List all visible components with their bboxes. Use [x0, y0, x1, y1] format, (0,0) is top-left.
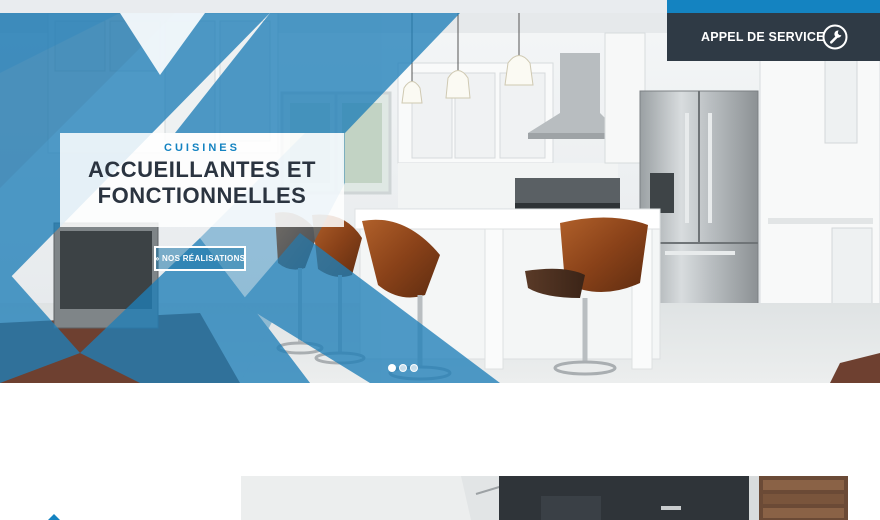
nos-realisations-button[interactable]: » NOS RÉALISATIONS	[154, 246, 246, 271]
hero-eyebrow: CUISINES	[164, 142, 240, 154]
slider-dot-2[interactable]	[399, 364, 407, 372]
lower-kitchen-image	[241, 476, 848, 520]
lower-decor	[30, 476, 220, 520]
hero-headline-line2: FONCTIONNELLES	[97, 183, 307, 208]
slider-dot-3[interactable]	[410, 364, 418, 372]
slider-dot-1[interactable]	[388, 364, 396, 372]
hero-headline-line1: ACCUEILLANTES ET	[88, 157, 316, 182]
slider-dots	[388, 364, 418, 374]
service-accent-bar	[667, 0, 880, 13]
wrench-icon	[822, 24, 848, 50]
service-call-button[interactable]: APPEL DE SERVICE	[667, 13, 880, 61]
service-call-widget: APPEL DE SERVICE	[667, 0, 880, 61]
service-call-label: APPEL DE SERVICE	[701, 30, 825, 44]
hero-headline: ACCUEILLANTES ET FONCTIONNELLES	[60, 157, 344, 209]
hero-headline-card: CUISINES ACCUEILLANTES ET FONCTIONNELLES	[60, 133, 344, 227]
page: CUISINES ACCUEILLANTES ET FONCTIONNELLES…	[0, 0, 880, 520]
